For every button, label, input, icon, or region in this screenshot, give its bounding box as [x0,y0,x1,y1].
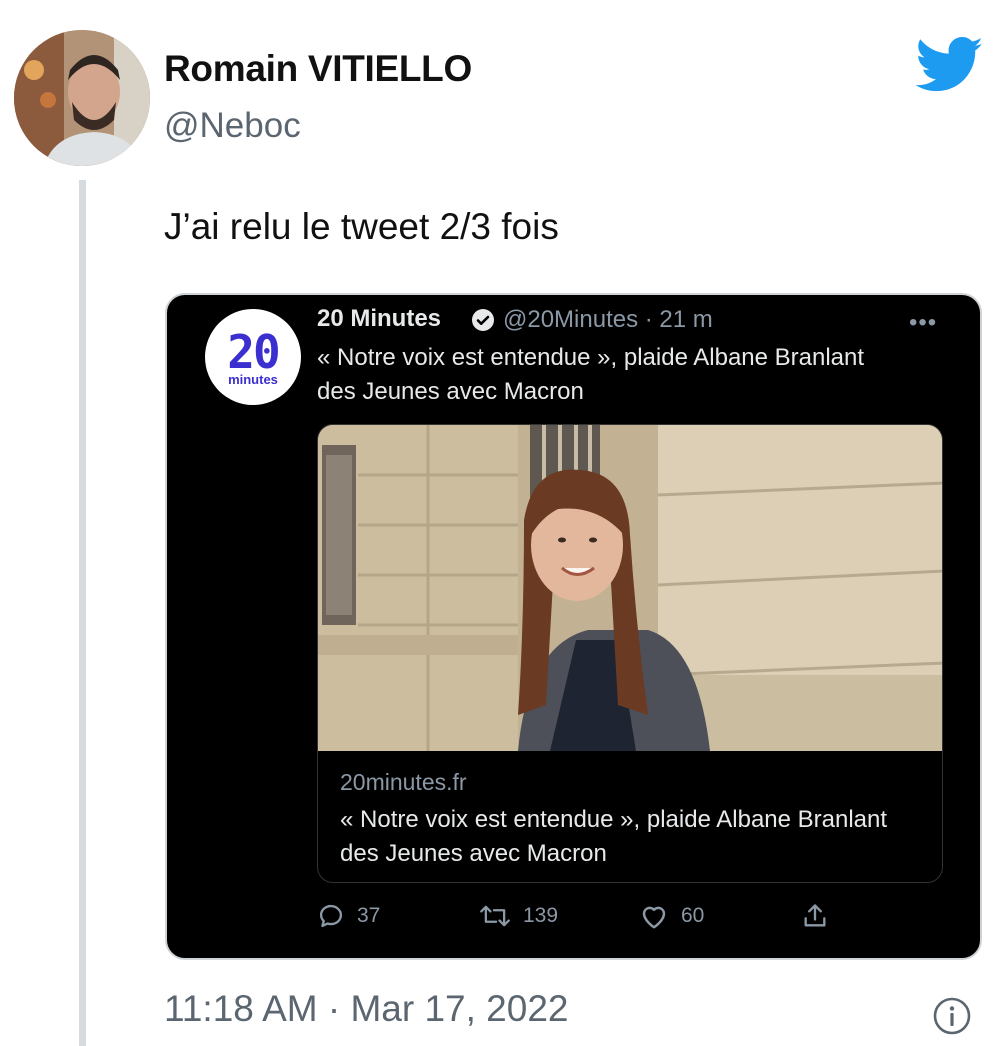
avatar-photo [14,30,150,166]
tweet-text: J’ai relu le tweet 2/3 fois [164,206,559,247]
quoted-time[interactable]: · 21 m [645,306,713,333]
quoted-tweet-card[interactable]: 20 minutes 20 Minutes @20Minutes · 21 m … [165,293,982,960]
retweet-count: 139 [523,904,559,927]
quoted-handle[interactable]: @20Minutes [503,306,638,333]
share-icon [804,904,826,927]
quoted-author-name[interactable]: 20 Minutes [317,305,441,333]
link-preview-card[interactable]: 20minutes.fr « Notre voix est entendue »… [317,424,943,883]
link-title[interactable]: « Notre voix est entendue », plaide Alba… [340,803,920,871]
20-minutes-logo: 20 minutes [227,324,280,387]
thread-line [79,180,86,1046]
quoted-meta: @20Minutes · 21 m [503,306,713,334]
quoted-text: « Notre voix est entendue », plaide Alba… [317,344,865,405]
info-icon[interactable] [932,996,972,1036]
link-domain[interactable]: 20minutes.fr [340,769,467,796]
logo-word: minutes [228,371,278,387]
reply-icon [319,904,343,928]
like-action[interactable]: 60 [639,901,704,931]
article-photo[interactable] [318,425,943,751]
retweet-action[interactable]: 139 [479,901,558,931]
twitter-bird-icon[interactable] [916,36,984,94]
verified-badge-icon [472,309,494,331]
reply-action[interactable]: 37 [317,901,380,931]
author-handle[interactable]: @Neboc [164,106,301,146]
author-name[interactable]: Romain VITIELLO [164,48,472,90]
quoted-avatar[interactable]: 20 minutes [205,309,301,405]
more-options-icon[interactable]: ••• [909,309,937,337]
heart-icon [642,906,666,929]
share-action[interactable] [801,901,829,931]
avatar[interactable] [14,30,150,166]
like-count: 60 [681,904,705,927]
logo-number: 20 [227,324,280,379]
reply-count: 37 [357,904,381,927]
tweet-timestamp[interactable]: 11:18 AM · Mar 17, 2022 [164,988,569,1030]
retweet-icon [480,905,510,927]
